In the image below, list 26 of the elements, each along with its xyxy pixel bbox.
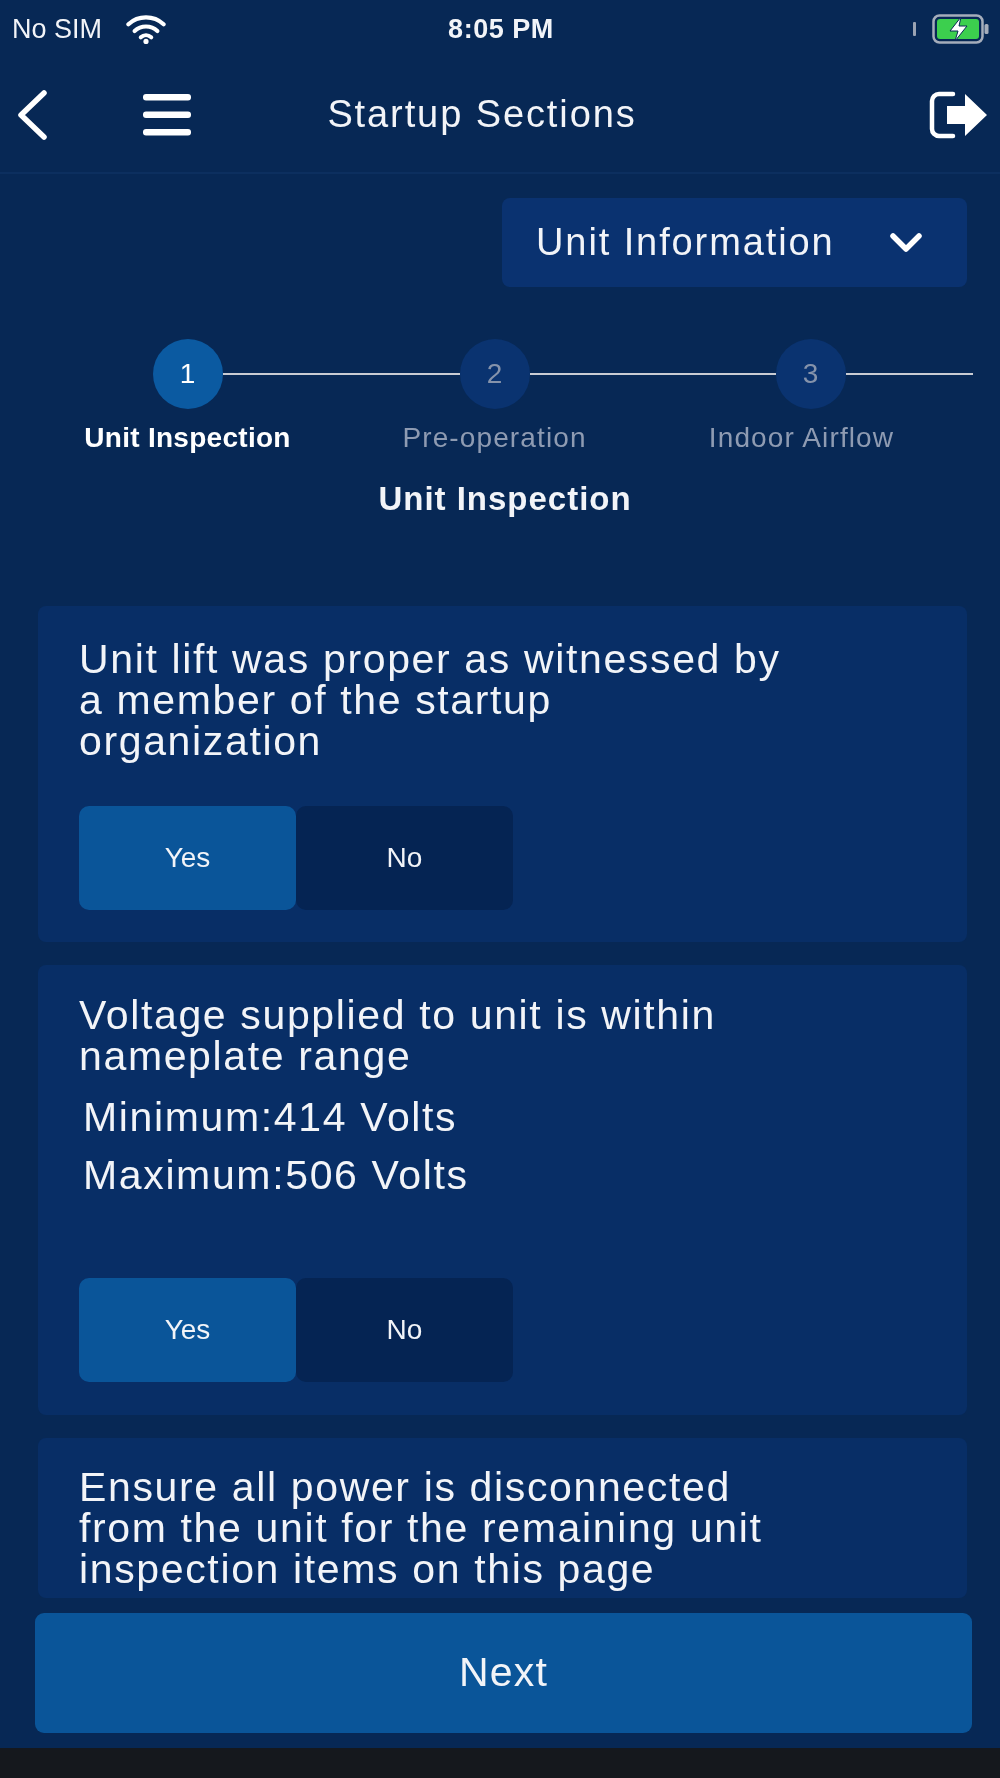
step-label: Pre-operation <box>402 421 587 455</box>
step-number[interactable]: 3 <box>775 339 846 409</box>
question-text: Voltage supplied to unit is within nameplate range <box>79 995 717 1078</box>
spec-text: Minimum:414 Volts <box>82 1097 459 1139</box>
section-title: Unit Inspection <box>378 478 632 519</box>
status-tick-icon <box>913 22 916 36</box>
step-number[interactable]: 1 <box>152 339 223 409</box>
step-label: Indoor Airflow <box>708 421 895 455</box>
question-text: Unit lift was proper as witnessed by a member of the startup organization <box>79 639 782 763</box>
carrier-text: No SIM <box>12 15 103 43</box>
wifi-icon <box>126 14 167 44</box>
spec-text: Maximum:506 Volts <box>82 1155 470 1197</box>
step-label: Unit Inspection <box>84 421 291 455</box>
answer-button[interactable]: No <box>296 806 513 911</box>
back-icon[interactable] <box>16 90 48 140</box>
step-number[interactable]: 2 <box>459 339 530 409</box>
page-title: Startup Sections <box>327 92 637 138</box>
next-button[interactable]: Next <box>35 1613 972 1733</box>
clock-time: 8:05 PM <box>448 15 554 43</box>
chevron-down-icon <box>889 231 923 254</box>
answer-button[interactable]: Yes <box>79 806 296 911</box>
section-dropdown[interactable]: Unit Information <box>502 198 967 287</box>
question-text: Ensure all power is disconnected from the unit for the remaining unit inspection items on this page <box>79 1467 764 1591</box>
answer-button[interactable]: No <box>296 1278 513 1383</box>
menu-icon[interactable] <box>143 94 191 136</box>
answer-button[interactable]: Yes <box>79 1278 296 1383</box>
